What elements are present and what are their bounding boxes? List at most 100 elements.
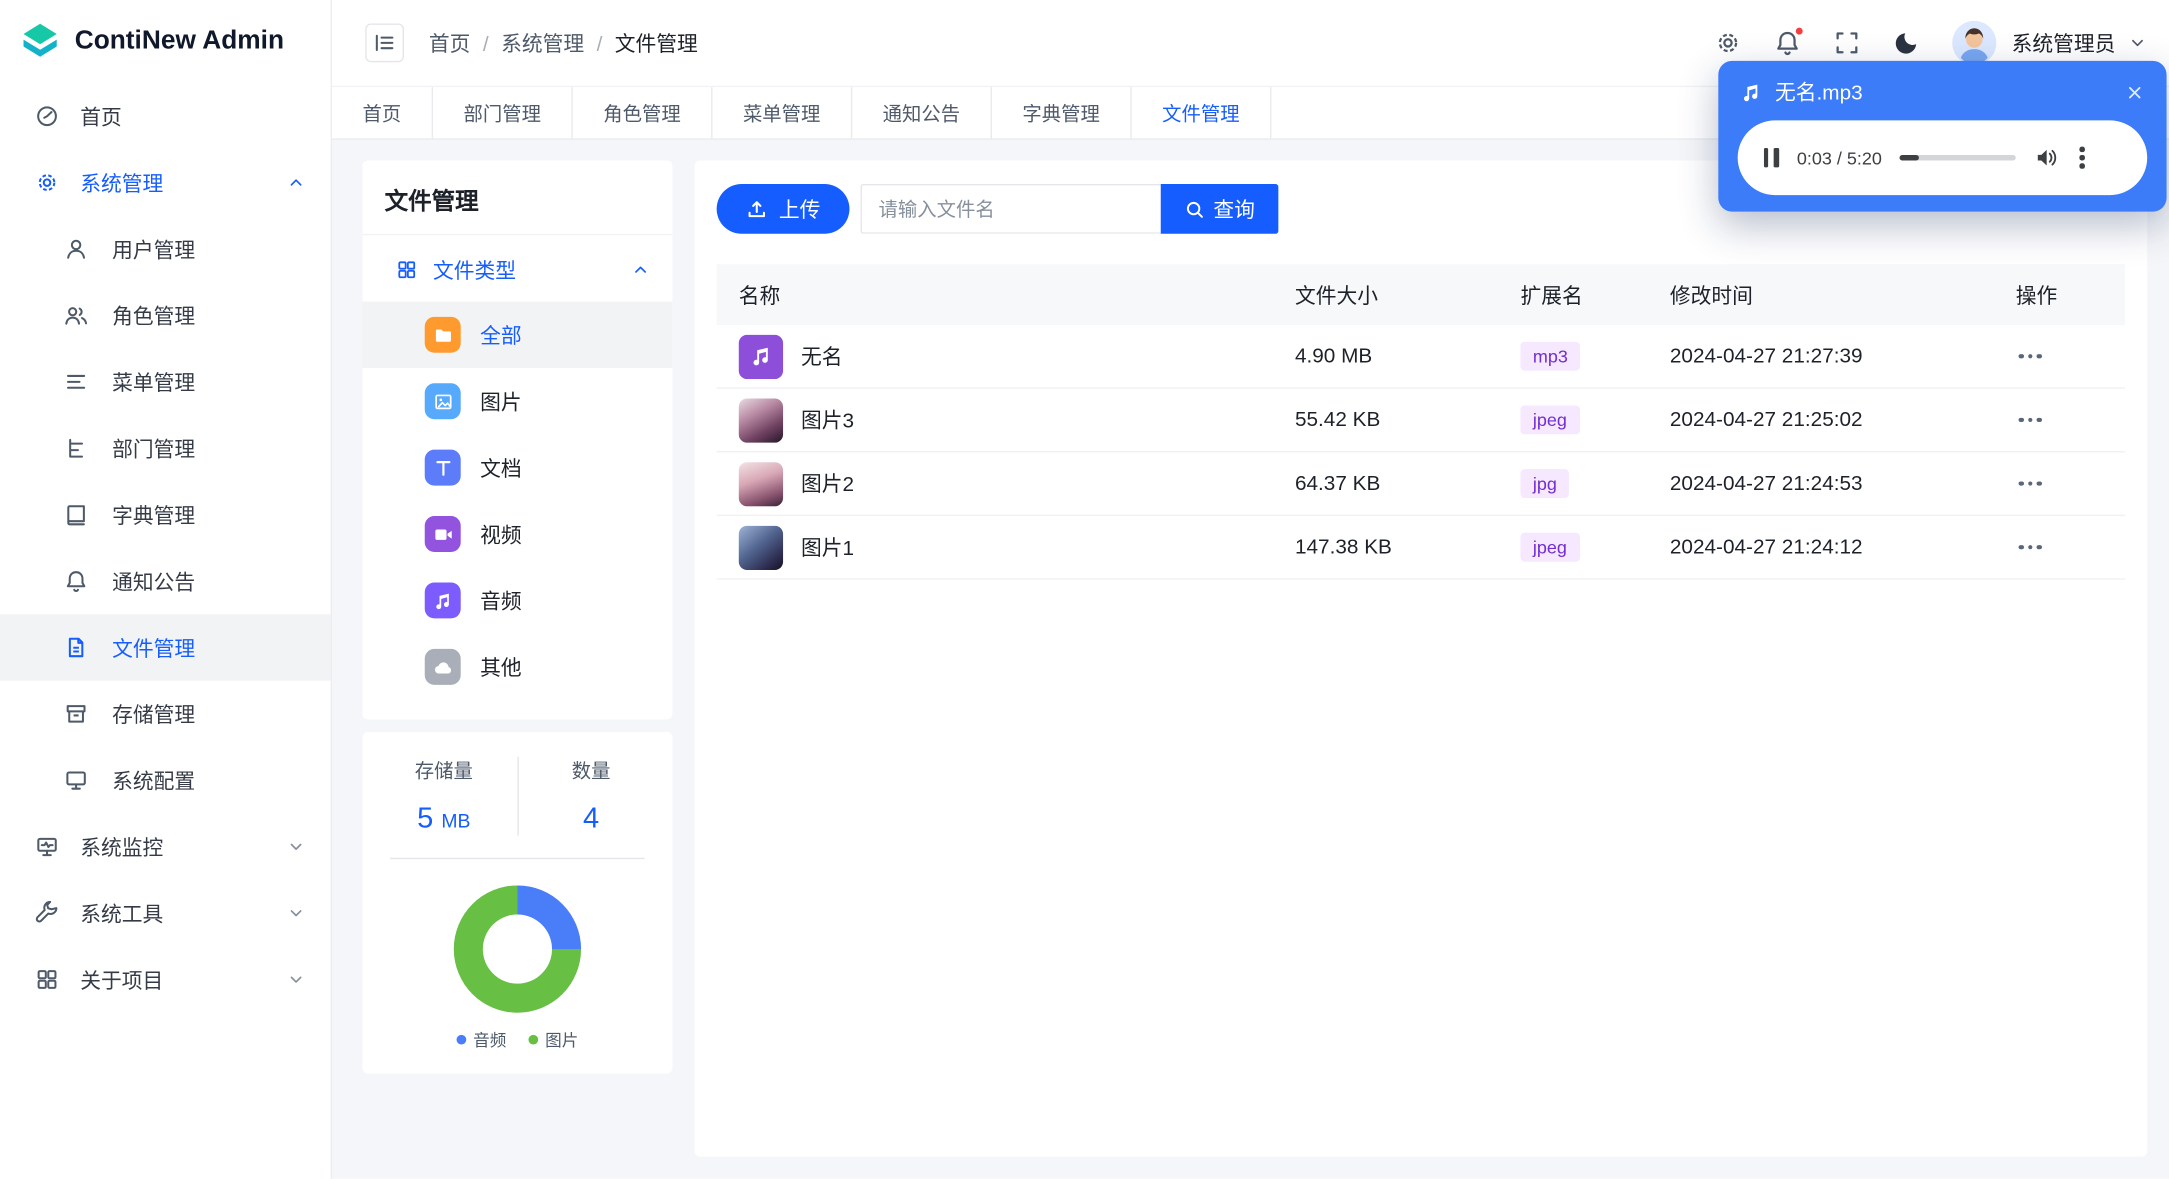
- upload-button[interactable]: 上传: [716, 184, 850, 234]
- seek-slider[interactable]: [1899, 154, 2017, 161]
- table-row[interactable]: 无名 4.90 MB mp3 2024-04-27 21:27:39: [716, 325, 2126, 389]
- audio-controls: 0:03 / 5:20: [1737, 120, 2148, 196]
- more-actions-button[interactable]: [1994, 325, 2125, 387]
- username[interactable]: 系统管理员: [2012, 28, 2116, 57]
- file-time: 2024-04-27 21:24:12: [1669, 535, 1863, 559]
- search-icon: [1184, 199, 1205, 220]
- sidebar-item-menu-mgmt[interactable]: 菜单管理: [0, 349, 331, 415]
- sidebar-item-storage-mgmt[interactable]: 存储管理: [0, 681, 331, 747]
- sidebar-item-notice[interactable]: 通知公告: [0, 548, 331, 614]
- search-input[interactable]: [860, 184, 1161, 234]
- legend-image: 图片: [528, 1028, 578, 1052]
- tab-home[interactable]: 首页: [332, 87, 434, 139]
- avatar[interactable]: [1952, 20, 1997, 66]
- file-name: 图片2: [801, 473, 855, 497]
- tab-dict-mgmt[interactable]: 字典管理: [992, 87, 1132, 139]
- close-icon: [2125, 82, 2144, 101]
- table-row[interactable]: 图片2 64.37 KB jpg 2024-04-27 21:24:53: [716, 452, 2126, 517]
- playback-time: 0:03 / 5:20: [1796, 147, 1882, 169]
- sidebar-item-system-tools[interactable]: 系统工具: [0, 880, 331, 946]
- file-type-label: 图片: [480, 390, 522, 415]
- player-menu-button[interactable]: [2077, 144, 2087, 171]
- sidebar-item-system-config[interactable]: 系统配置: [0, 747, 331, 813]
- left-column: 文件管理 文件类型 全部 图片 文档 视频 音频 其他 存储量 5 MB 数量 …: [362, 160, 673, 1156]
- nav-label: 系统监控: [80, 836, 164, 860]
- player-close-button[interactable]: [2125, 82, 2144, 101]
- fullscreen-button[interactable]: [1833, 29, 1861, 57]
- ext-badge: jpeg: [1520, 532, 1580, 563]
- dark-mode-button[interactable]: [1893, 29, 1921, 57]
- video-icon: [424, 516, 461, 553]
- display-icon: [64, 768, 89, 793]
- file-type-section-toggle[interactable]: 文件类型: [362, 238, 672, 302]
- more-actions-button[interactable]: [1994, 452, 2125, 514]
- sidebar-nav: 首页 系统管理 用户管理 角色管理 菜单管理 部门管理 字典管理 通知公告 文件…: [0, 83, 331, 1179]
- file-name-cell: 图片2: [717, 461, 1273, 506]
- avatar-image: [1952, 20, 1997, 66]
- file-ext-cell: jpeg: [1498, 532, 1647, 563]
- sidebar-item-role-mgmt[interactable]: 角色管理: [0, 282, 331, 348]
- file-type-other[interactable]: 其他: [362, 634, 672, 700]
- image-thumbnail: [738, 461, 784, 506]
- file-type-section-label: 文件类型: [433, 259, 517, 283]
- sidebar-item-home[interactable]: 首页: [0, 83, 331, 149]
- storage-stats-panel: 存储量 5 MB 数量 4 音频 图片: [362, 731, 673, 1074]
- ext-badge: jpg: [1520, 468, 1570, 499]
- sidebar-item-system-monitor[interactable]: 系统监控: [0, 813, 331, 879]
- breadcrumb-system[interactable]: 系统管理: [483, 28, 584, 57]
- sidebar-item-dept-mgmt[interactable]: 部门管理: [0, 415, 331, 481]
- query-button[interactable]: 查询: [1160, 184, 1279, 234]
- users-icon: [64, 303, 89, 328]
- file-type-all[interactable]: 全部: [362, 301, 673, 369]
- text-icon: [424, 449, 461, 486]
- table-row[interactable]: 图片1 147.38 KB jpeg 2024-04-27 21:24:12: [716, 516, 2126, 580]
- top-bar-actions: 系统管理员: [1714, 20, 2147, 66]
- file-type-audio[interactable]: 音频: [362, 567, 672, 633]
- legend-dot-audio: [456, 1034, 467, 1045]
- table-row[interactable]: 图片3 55.42 KB jpeg 2024-04-27 21:25:02: [716, 389, 2126, 453]
- player-track-title: 无名.mp3: [1775, 81, 1863, 106]
- dashboard-icon: [35, 104, 60, 129]
- tab-notice[interactable]: 通知公告: [852, 87, 992, 139]
- pause-button[interactable]: [1763, 148, 1779, 168]
- tab-menu-mgmt[interactable]: 菜单管理: [713, 87, 853, 139]
- table-header: 名称 文件大小 扩展名 修改时间 操作: [716, 264, 2126, 326]
- nav-label: 字典管理: [112, 504, 196, 528]
- gear-icon: [35, 170, 60, 195]
- fullscreen-icon: [1833, 29, 1861, 57]
- tab-file-mgmt[interactable]: 文件管理: [1132, 87, 1272, 139]
- notification-dot: [1794, 26, 1805, 36]
- nav-label: 文件管理: [112, 637, 196, 661]
- volume-button[interactable]: [2034, 145, 2059, 170]
- tree-icon: [64, 436, 89, 461]
- grid-icon: [35, 967, 60, 992]
- count-stat: 数量 4: [516, 756, 664, 836]
- sidebar-item-about[interactable]: 关于项目: [0, 946, 331, 1012]
- file-size: 147.38 KB: [1294, 535, 1392, 559]
- nav-label: 系统管理: [80, 172, 164, 196]
- sidebar-item-system-mgmt[interactable]: 系统管理: [0, 149, 331, 215]
- notifications-button[interactable]: [1774, 26, 1805, 57]
- nav-label: 系统工具: [80, 902, 164, 927]
- sidebar-item-user-mgmt[interactable]: 用户管理: [0, 216, 331, 282]
- sidebar-collapse-button[interactable]: [365, 23, 404, 63]
- breadcrumb-home[interactable]: 首页: [429, 28, 471, 57]
- more-actions-button[interactable]: [1994, 516, 2125, 578]
- file-type-document[interactable]: 文档: [362, 434, 672, 500]
- logo[interactable]: ContiNew Admin: [0, 0, 331, 83]
- tab-dept-mgmt[interactable]: 部门管理: [433, 87, 573, 139]
- nav-label: 关于项目: [80, 969, 164, 993]
- moon-icon: [1893, 29, 1921, 57]
- nav-label: 通知公告: [112, 570, 196, 595]
- more-actions-button[interactable]: [1994, 389, 2125, 451]
- app-logo-icon: [23, 23, 57, 57]
- settings-button[interactable]: [1714, 29, 1742, 57]
- file-type-image[interactable]: 图片: [362, 368, 672, 434]
- chevron-up-icon: [631, 260, 650, 279]
- image-thumbnail: [738, 397, 784, 443]
- sidebar-item-file-mgmt[interactable]: 文件管理: [0, 614, 331, 681]
- sidebar-item-dict-mgmt[interactable]: 字典管理: [0, 481, 331, 547]
- chevron-down-icon[interactable]: [2128, 33, 2147, 52]
- tab-role-mgmt[interactable]: 角色管理: [573, 87, 713, 139]
- file-type-video[interactable]: 视频: [362, 501, 672, 567]
